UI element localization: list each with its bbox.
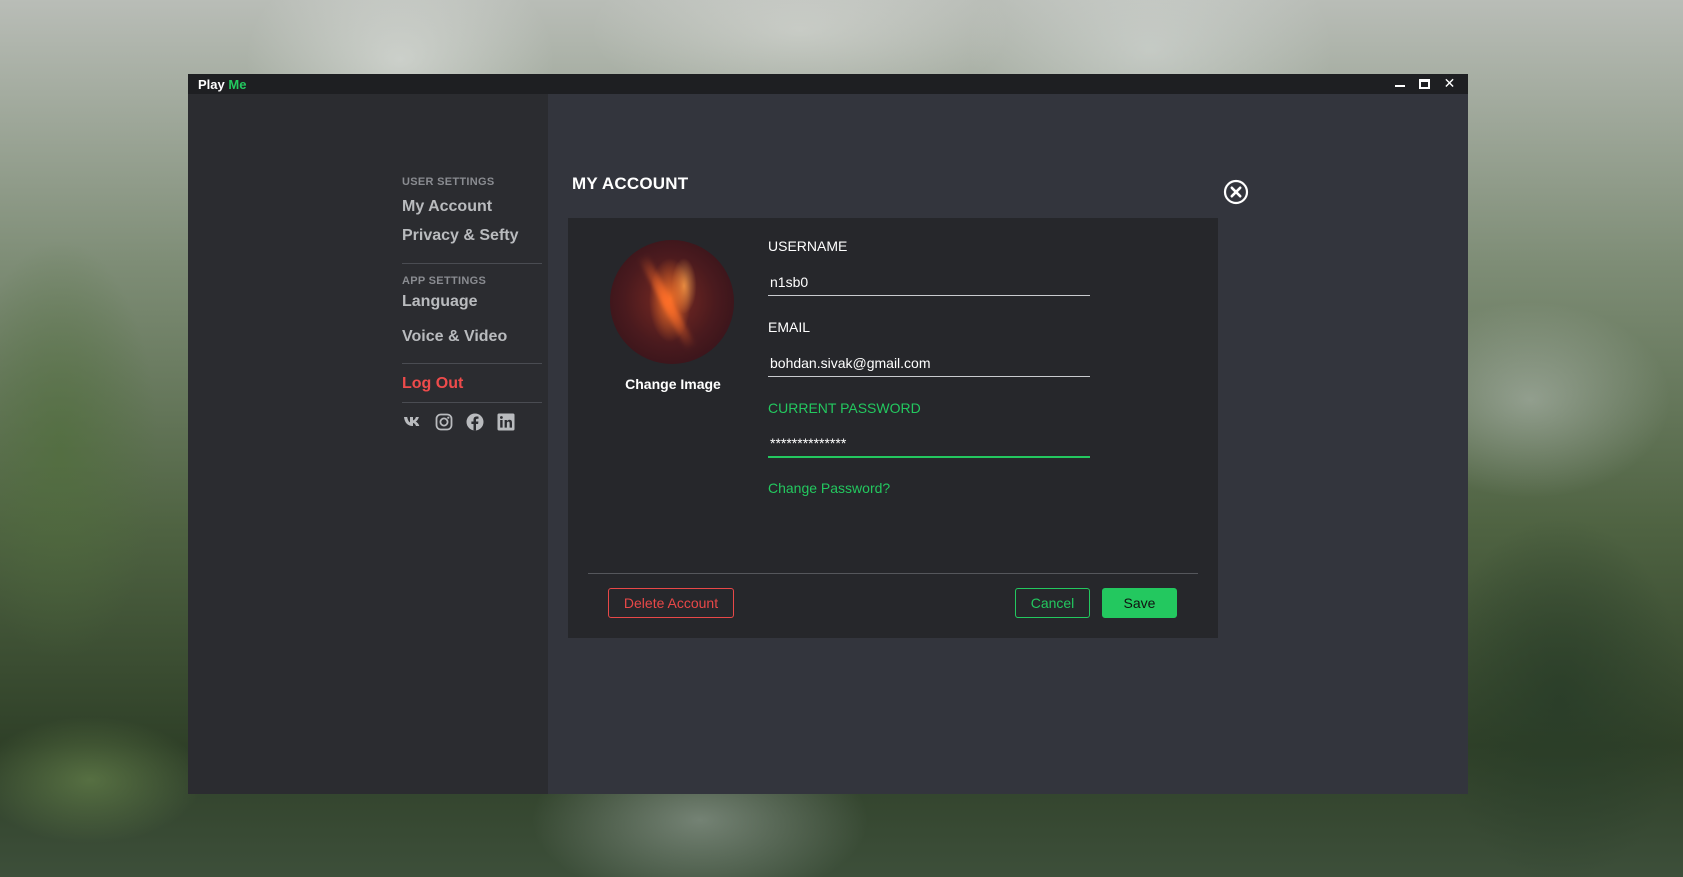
maximize-button[interactable]: [1412, 74, 1437, 94]
close-settings-button[interactable]: [1222, 178, 1250, 206]
minimize-button[interactable]: [1387, 74, 1412, 94]
nav-divider: [402, 402, 542, 403]
app-title-accent: Me: [228, 76, 247, 92]
maximize-icon: [1419, 79, 1430, 89]
email-field[interactable]: [768, 349, 1090, 377]
delete-account-button[interactable]: Delete Account: [608, 588, 734, 618]
account-card: Change Image USERNAME EMAIL CURRENT PASS…: [568, 218, 1218, 638]
main-panel: MY ACCOUNT Change Image USERNAME EMAIL C…: [548, 94, 1468, 794]
user-settings-header: USER SETTINGS: [402, 176, 495, 188]
minimize-icon: [1394, 85, 1405, 87]
avatar-image-detail: [638, 253, 696, 351]
nav-divider: [402, 263, 542, 264]
current-password-label: CURRENT PASSWORD: [768, 400, 921, 416]
nav-item-log-out[interactable]: Log Out: [402, 375, 542, 402]
nav-item-language[interactable]: Language: [402, 293, 542, 328]
nav-item-my-account[interactable]: My Account: [402, 198, 542, 227]
cancel-button[interactable]: Cancel: [1015, 588, 1090, 618]
instagram-icon[interactable]: [433, 412, 454, 432]
nav-divider: [402, 363, 542, 364]
circle-close-icon: [1223, 179, 1249, 205]
window-controls: ✕: [1387, 74, 1462, 94]
title-bar: Play Me ✕: [188, 74, 1468, 94]
vk-icon[interactable]: [402, 412, 423, 432]
avatar[interactable]: [610, 240, 734, 364]
username-field-group: USERNAME: [768, 238, 1090, 296]
sidebar: USER SETTINGS My Account Privacy & Sefty…: [188, 94, 548, 794]
facebook-icon[interactable]: [464, 412, 485, 432]
change-password-link[interactable]: Change Password?: [768, 480, 890, 496]
username-label: USERNAME: [768, 238, 848, 254]
card-divider: [588, 573, 1198, 574]
email-label: EMAIL: [768, 319, 811, 335]
close-icon: ✕: [1443, 76, 1456, 92]
current-password-field[interactable]: [768, 430, 1090, 458]
nav-item-voice-video[interactable]: Voice & Video: [402, 328, 542, 357]
save-button[interactable]: Save: [1102, 588, 1177, 618]
linkedin-icon[interactable]: [495, 412, 516, 432]
email-field-group: EMAIL: [768, 319, 1090, 377]
app-window: Play Me ✕ USER SETTINGS My Account Priva…: [188, 74, 1468, 794]
close-window-button[interactable]: ✕: [1437, 74, 1462, 94]
nav-item-privacy-safety[interactable]: Privacy & Sefty: [402, 227, 542, 257]
app-settings-header: APP SETTINGS: [402, 275, 487, 287]
settings-nav: USER SETTINGS My Account Privacy & Sefty…: [402, 176, 542, 432]
change-image-button[interactable]: Change Image: [608, 376, 738, 392]
app-title-primary: Play: [198, 76, 225, 92]
social-links: [402, 412, 542, 432]
page-title: MY ACCOUNT: [572, 174, 689, 193]
password-field-group: CURRENT PASSWORD: [768, 400, 1090, 458]
username-field[interactable]: [768, 268, 1090, 296]
app-title: Play Me: [198, 77, 246, 92]
